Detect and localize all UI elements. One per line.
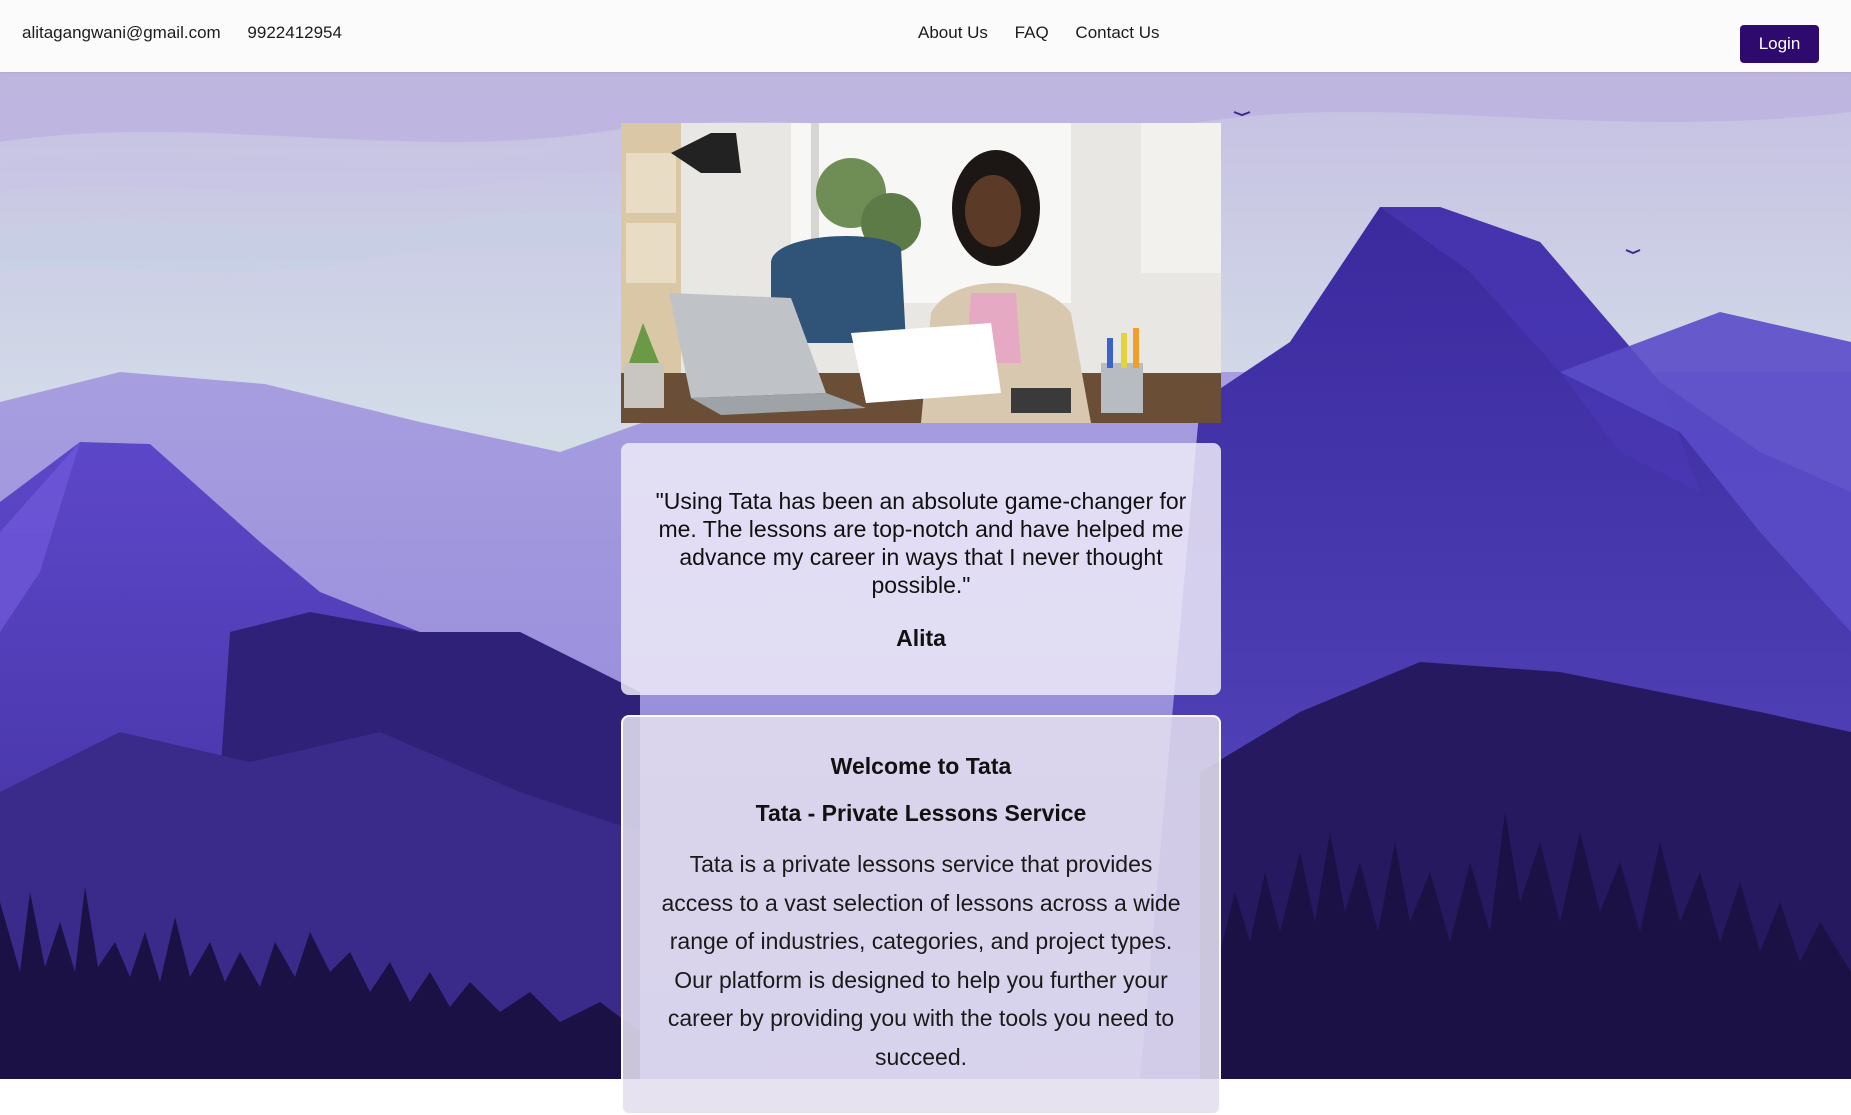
- testimonial-card: "Using Tata has been an absolute game-ch…: [621, 443, 1221, 695]
- welcome-title: Welcome to Tata: [830, 753, 1012, 779]
- hero-image: [621, 123, 1221, 423]
- contact-email[interactable]: alitagangwani@gmail.com: [22, 23, 221, 42]
- main-nav: About Us FAQ Contact Us: [918, 23, 1182, 43]
- testimonial-quote: "Using Tata has been an absolute game-ch…: [655, 488, 1187, 598]
- welcome-card: Welcome to Tata Tata - Private Lessons S…: [621, 715, 1221, 1115]
- nav-about-us[interactable]: About Us: [918, 23, 988, 42]
- contact-phone[interactable]: 9922412954: [247, 23, 342, 42]
- nav-faq[interactable]: FAQ: [1015, 23, 1049, 42]
- testimonial-author: Alita: [896, 625, 946, 651]
- welcome-body: Tata is a private lessons service that p…: [661, 851, 1181, 1070]
- welcome-subtitle: Tata - Private Lessons Service: [755, 800, 1087, 826]
- nav-contact-us[interactable]: Contact Us: [1075, 23, 1159, 42]
- top-header: alitagangwani@gmail.com 9922412954 About…: [0, 0, 1851, 72]
- login-button[interactable]: Login: [1740, 25, 1819, 63]
- contact-info: alitagangwani@gmail.com 9922412954: [22, 23, 364, 43]
